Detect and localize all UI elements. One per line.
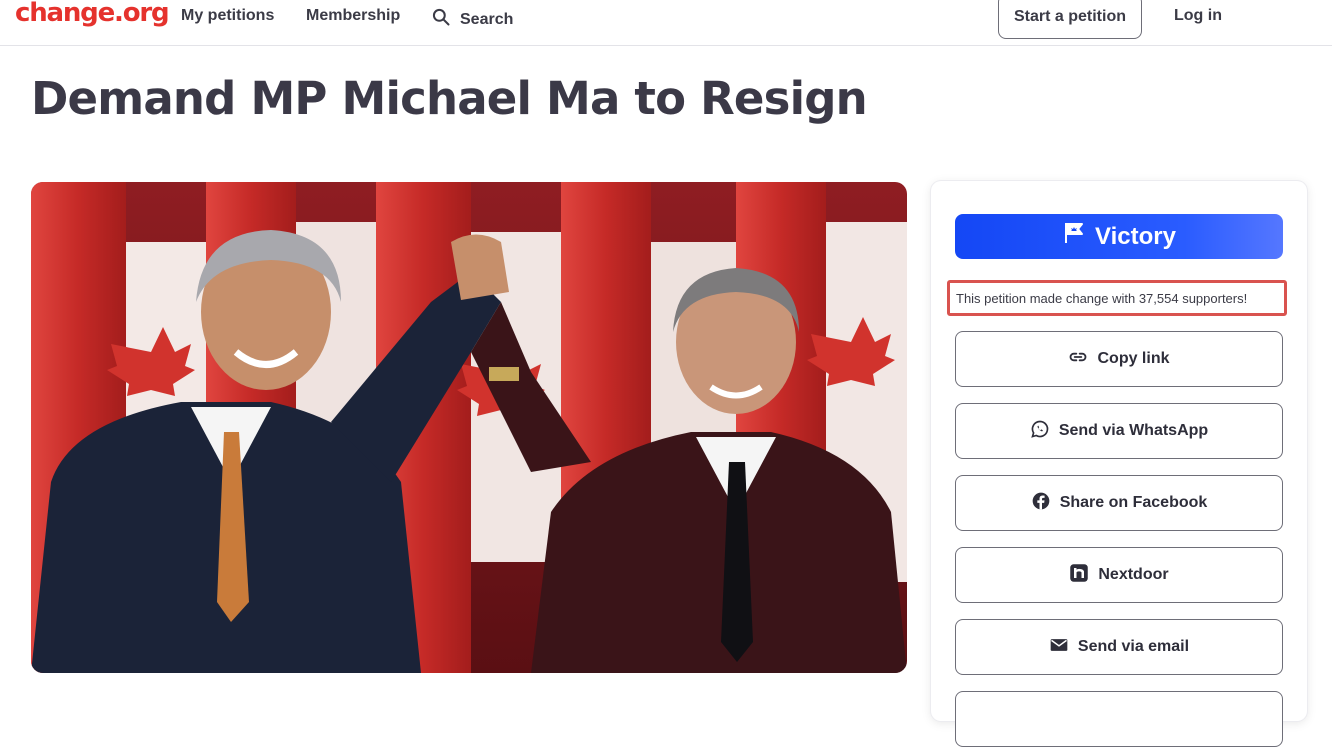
victory-message: This petition made change with 37,554 su… — [947, 280, 1287, 316]
email-label: Send via email — [1077, 638, 1190, 655]
victory-label: Victory — [1095, 222, 1176, 250]
facebook-icon — [1031, 491, 1051, 516]
search-icon — [431, 7, 451, 32]
whatsapp-label: Send via WhatsApp — [1058, 422, 1209, 439]
change-org-logo[interactable]: change.org — [15, 0, 170, 28]
nav-my-petitions[interactable]: My petitions — [181, 7, 274, 25]
nextdoor-label: Nextdoor — [1098, 566, 1169, 583]
login-link[interactable]: Log in — [1174, 7, 1222, 25]
email-icon — [1049, 635, 1069, 660]
nav-search[interactable]: Search — [431, 7, 513, 32]
whatsapp-button[interactable]: Send via WhatsApp — [955, 403, 1283, 459]
nav-membership[interactable]: Membership — [306, 7, 400, 25]
facebook-button[interactable]: Share on Facebook — [955, 475, 1283, 531]
more-share-button[interactable] — [955, 691, 1283, 747]
link-icon — [1068, 347, 1088, 372]
whatsapp-icon — [1030, 419, 1050, 444]
victory-button[interactable]: Victory — [955, 214, 1283, 259]
email-button[interactable]: Send via email — [955, 619, 1283, 675]
victory-flag-icon — [1062, 221, 1086, 252]
site-header: change.org My petitions Membership Searc… — [0, 0, 1332, 46]
facebook-label: Share on Facebook — [1059, 494, 1208, 511]
nav-search-label: Search — [460, 10, 514, 28]
petition-hero-image — [31, 182, 907, 673]
copy-link-label: Copy link — [1097, 350, 1170, 367]
nextdoor-button[interactable]: Nextdoor — [955, 547, 1283, 603]
copy-link-button[interactable]: Copy link — [955, 331, 1283, 387]
start-petition-button[interactable]: Start a petition — [998, 0, 1142, 39]
petition-title: Demand MP Michael Ma to Resign — [31, 72, 868, 125]
share-panel: Victory This petition made change with 3… — [931, 181, 1307, 747]
nextdoor-icon — [1069, 563, 1089, 588]
